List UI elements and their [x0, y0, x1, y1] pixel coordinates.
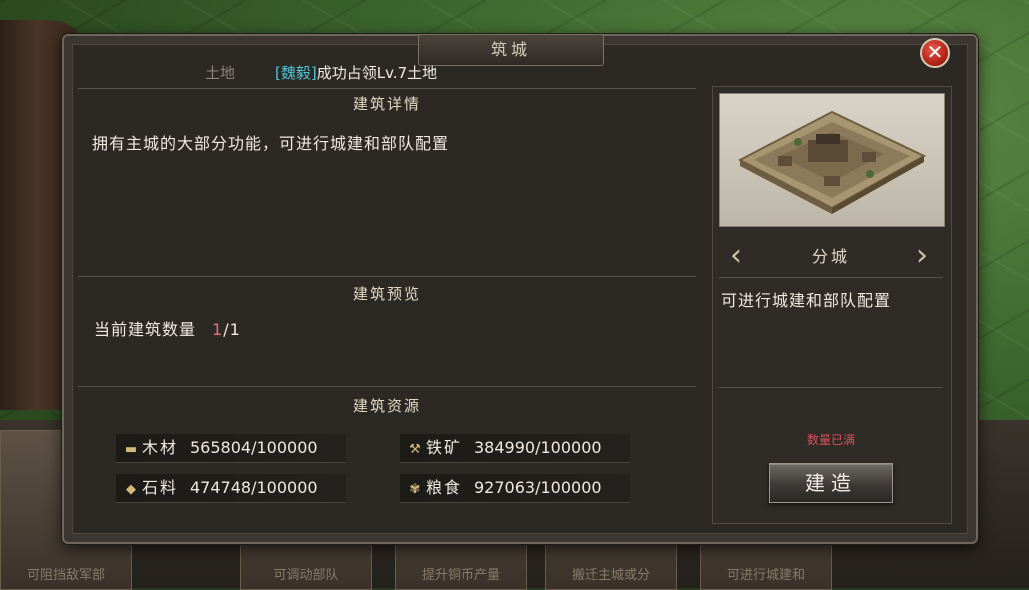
dialog-title: 筑城: [418, 34, 604, 66]
notice-faction: [魏毅]: [275, 64, 317, 82]
divider: [78, 276, 696, 277]
notice-message: 成功占领Lv.7土地: [316, 64, 438, 82]
building-card-text: 可阻挡敌军部: [26, 568, 105, 583]
count-current: 1: [212, 320, 224, 339]
divider: [719, 387, 943, 388]
resource-name: 木材: [142, 438, 179, 457]
next-arrow-icon[interactable]: ›: [911, 239, 933, 273]
resource-wood: ▬ 木材 565804/100000: [116, 434, 346, 463]
resource-name: 粮食: [426, 478, 463, 497]
grain-icon: ✾: [409, 482, 421, 497]
building-card-text: 可调动部队: [273, 568, 339, 583]
close-button[interactable]: ✕: [920, 38, 950, 68]
resource-value: 384990/100000: [474, 438, 602, 457]
fortress-illustration: [737, 110, 927, 214]
building-card-text: 提升铜币产量: [421, 568, 500, 583]
resource-value: 927063/100000: [474, 478, 602, 497]
building-count-row: 当前建筑数量 1/1: [94, 316, 241, 340]
wood-icon: ▬: [124, 442, 138, 457]
resource-name: 铁矿: [426, 438, 463, 457]
city-preview-image: [719, 93, 945, 227]
right-panel: ‹ 分城 › 可进行城建和部队配置 数量已满 建造: [712, 86, 952, 524]
resource-name: 石料: [142, 478, 179, 497]
resources-header: 建筑资源: [352, 397, 421, 415]
prev-arrow-icon[interactable]: ‹: [725, 239, 747, 273]
details-header: 建筑详情: [352, 95, 421, 113]
notice-faded-text: 土地: [205, 64, 236, 82]
divider: [78, 88, 696, 89]
stone-icon: ◆: [126, 482, 136, 497]
resource-grain: ✾ 粮食 927063/100000: [400, 474, 630, 503]
resource-stone: ◆ 石料 474748/100000: [116, 474, 346, 503]
building-card-text: 可进行城建和: [726, 568, 805, 583]
building-card-text: 搬迁主城或分: [571, 568, 650, 583]
left-panel: 建筑详情 拥有主城的大部分功能，可进行城建和部队配置 建筑预览 当前建筑数量 1/…: [78, 86, 696, 522]
city-type-name: 分城: [811, 247, 850, 266]
city-type-description: 可进行城建和部队配置: [721, 291, 892, 310]
resource-value: 565804/100000: [190, 438, 318, 457]
count-max: /1: [223, 320, 241, 339]
iron-icon: ⚒: [409, 442, 421, 457]
resource-value: 474748/100000: [190, 478, 318, 497]
divider: [719, 277, 943, 278]
preview-header: 建筑预览: [352, 285, 421, 303]
resource-iron: ⚒ 铁矿 384990/100000: [400, 434, 630, 463]
count-label: 当前建筑数量: [94, 320, 197, 339]
system-notice: 土地 [魏毅]成功占领Lv.7土地: [205, 62, 437, 84]
building-description: 拥有主城的大部分功能，可进行城建和部队配置: [92, 134, 450, 153]
build-button[interactable]: 建造: [769, 463, 893, 503]
status-text: 数量已满: [806, 433, 855, 447]
divider: [78, 386, 696, 387]
